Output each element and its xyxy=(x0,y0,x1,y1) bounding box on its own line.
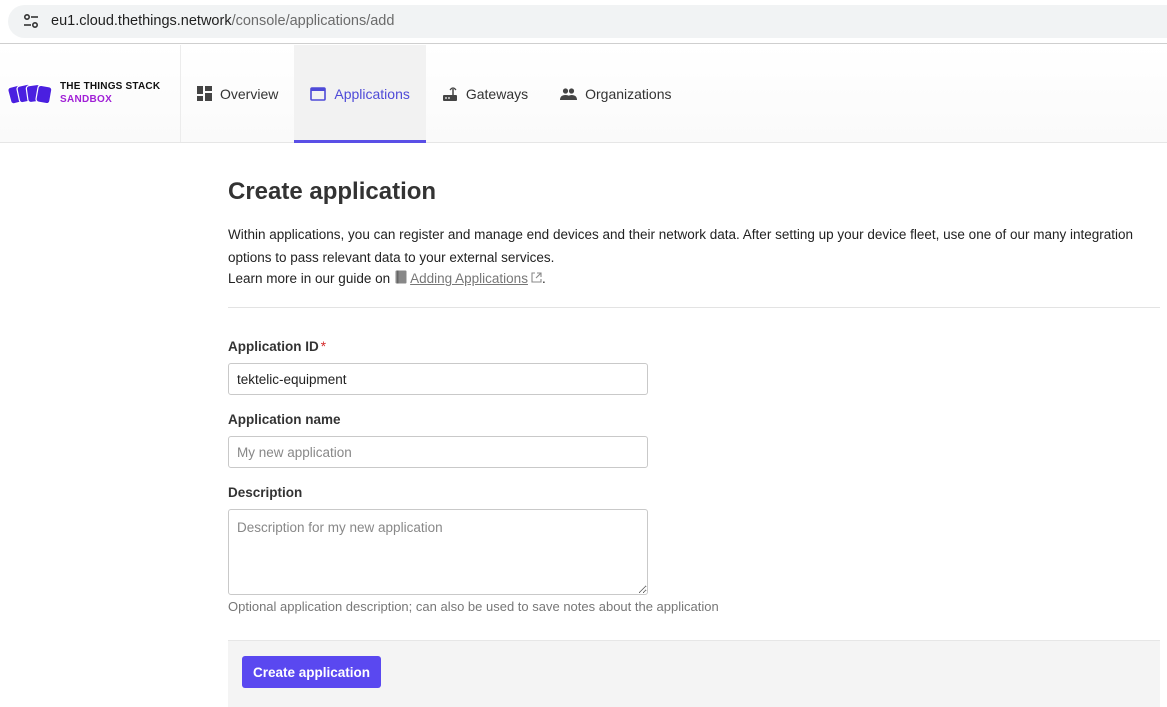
description-textarea[interactable] xyxy=(228,509,648,595)
description-helper-text: Optional application description; can al… xyxy=(228,599,719,614)
brand-edition: SANDBOX xyxy=(60,94,113,105)
dashboard-icon xyxy=(197,86,212,101)
app-header: THE THINGS STACK SANDBOX Overview Applic… xyxy=(0,45,1167,143)
learn-more-suffix: . xyxy=(541,271,546,286)
things-stack-logo-icon xyxy=(6,81,56,112)
browser-address-bar: eu1.cloud.thethings.network/console/appl… xyxy=(0,0,1167,44)
nav-gateways-label: Gateways xyxy=(465,85,529,102)
book-icon xyxy=(395,270,407,287)
nav-overview[interactable]: Overview xyxy=(181,45,294,142)
learn-more-prefix: Learn more in our guide on xyxy=(228,271,391,286)
page-title: Create application xyxy=(228,178,437,205)
main-nav: Overview Applications Gateways Organizat… xyxy=(181,45,688,143)
nav-organizations[interactable]: Organizations xyxy=(544,45,687,142)
app-id-input[interactable] xyxy=(228,363,648,395)
application-window-icon xyxy=(310,86,327,101)
gateway-router-icon xyxy=(442,86,457,101)
external-link-icon xyxy=(531,271,542,286)
people-icon xyxy=(560,87,578,100)
section-divider xyxy=(228,307,1160,308)
brand-name: THE THINGS STACK xyxy=(60,81,161,92)
learn-more-line: Learn more in our guide on Adding Applic… xyxy=(228,270,546,287)
app-id-label: Application ID * xyxy=(228,339,326,354)
nav-applications[interactable]: Applications xyxy=(294,45,426,143)
nav-applications-label: Applications xyxy=(334,85,410,102)
required-asterisk: * xyxy=(320,339,327,354)
app-id-label-text: Application ID xyxy=(228,339,319,354)
form-submit-bar: Create application xyxy=(228,640,1160,707)
site-settings-icon[interactable] xyxy=(22,12,40,30)
app-name-label: Application name xyxy=(228,412,341,427)
nav-overview-label: Overview xyxy=(220,85,279,102)
brand-logo-link[interactable]: THE THINGS STACK SANDBOX xyxy=(0,45,181,142)
url-path: /console/applications/add xyxy=(231,13,395,29)
nav-gateways[interactable]: Gateways xyxy=(426,45,544,142)
app-name-input[interactable] xyxy=(228,436,648,468)
adding-applications-link[interactable]: Adding Applications xyxy=(410,271,528,286)
nav-organizations-label: Organizations xyxy=(585,85,672,102)
page-description: Within applications, you can register an… xyxy=(228,227,1134,265)
description-label: Description xyxy=(228,485,303,500)
create-application-button[interactable]: Create application xyxy=(242,656,382,688)
url-field[interactable]: eu1.cloud.thethings.network/console/appl… xyxy=(8,5,1167,38)
url-text[interactable]: eu1.cloud.thethings.network/console/appl… xyxy=(51,12,394,30)
url-host: eu1.cloud.thethings.network xyxy=(51,13,232,29)
